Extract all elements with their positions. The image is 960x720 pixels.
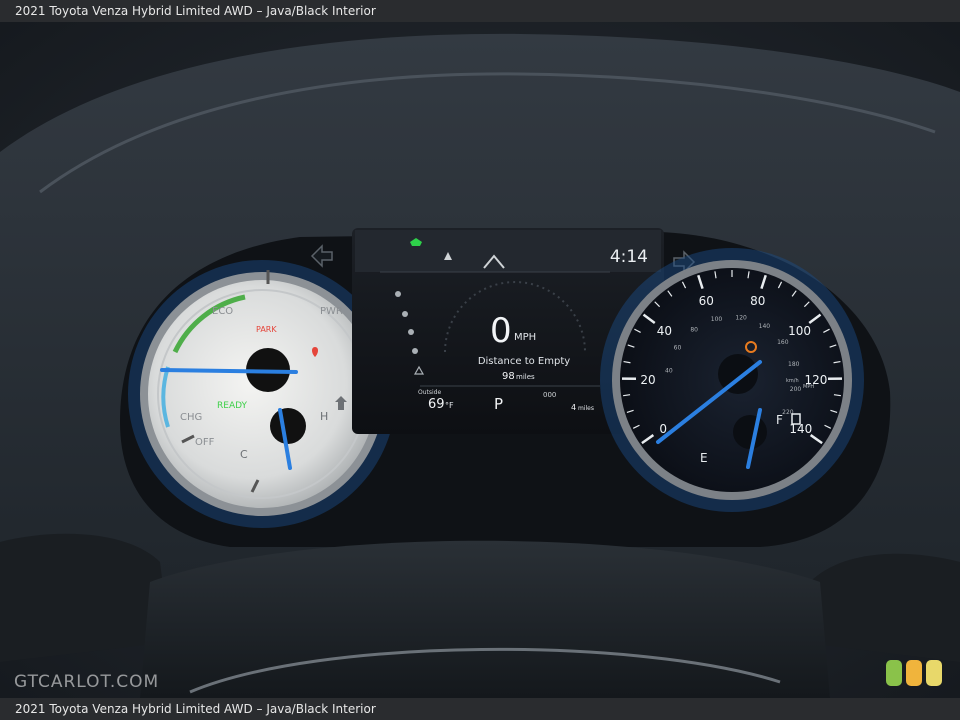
- speed-label: 80: [750, 294, 765, 308]
- eco-label: ECO: [212, 306, 233, 317]
- coolant-cold-label: C: [240, 448, 248, 461]
- kmh-unit: km/h: [786, 378, 799, 384]
- kmh-label: 200: [790, 386, 802, 393]
- distance-to-empty-value: 98: [502, 371, 515, 382]
- off-label: OFF: [195, 437, 215, 448]
- speedometer: 0204060 80100120140 406080100 120140160180…: [600, 248, 864, 512]
- hybrid-power-needle: [160, 368, 298, 374]
- speed-label: 40: [657, 324, 672, 338]
- kmh-label: 180: [788, 361, 800, 368]
- music-icon: [402, 311, 408, 317]
- settings-gear-icon: [412, 348, 418, 354]
- fuel-empty-label: E: [700, 451, 708, 465]
- trip-value: 4: [571, 403, 576, 412]
- kmh-label: 160: [777, 339, 789, 346]
- speed-readout: 0: [490, 311, 512, 351]
- speed-label: 60: [699, 294, 714, 308]
- outside-temp-label: Outside: [418, 389, 441, 396]
- caption-bar-top: 2021 Toyota Venza Hybrid Limited AWD – J…: [0, 0, 960, 22]
- watermark: GTCARLOT.COM: [14, 672, 160, 692]
- kmh-label: 60: [674, 344, 682, 351]
- eco-leaf-icon: [395, 291, 401, 297]
- speed-label: 20: [640, 373, 655, 387]
- outside-temp-unit: °F: [445, 401, 454, 410]
- caption-bar-bottom: 2021 Toyota Venza Hybrid Limited AWD – J…: [0, 698, 960, 720]
- distance-to-empty-label: Distance to Empty: [478, 356, 570, 367]
- speed-unit: MPH: [514, 332, 536, 343]
- mph-unit: MPH: [803, 384, 814, 390]
- distance-to-empty-unit: miles: [516, 373, 535, 381]
- outside-temp-value: 69: [428, 397, 445, 412]
- kmh-label: 120: [735, 315, 747, 322]
- kmh-label: 40: [665, 368, 673, 375]
- site-logo: [886, 660, 942, 686]
- kmh-label: 80: [690, 326, 698, 333]
- pwr-label: PWR: [320, 306, 343, 317]
- clock: 4:14: [610, 247, 648, 267]
- trip-unit: miles: [578, 405, 594, 412]
- phone-icon: [408, 329, 414, 335]
- speed-label: 100: [788, 324, 811, 338]
- gear-indicator: P: [494, 395, 503, 413]
- caption-text: 2021 Toyota Venza Hybrid Limited AWD – J…: [15, 4, 376, 18]
- kmh-label: 100: [711, 316, 723, 323]
- kmh-label: 140: [759, 323, 771, 330]
- coolant-hot-label: H: [320, 410, 328, 423]
- odometer: 000: [543, 391, 556, 399]
- ready-indicator: READY: [217, 401, 248, 411]
- park-indicator: PARK: [256, 325, 277, 334]
- instrument-cluster-photo: ECO PWR CHG OFF PARK READY C H 4:14 0 MP: [0, 22, 960, 698]
- caption-text: 2021 Toyota Venza Hybrid Limited AWD – J…: [15, 702, 376, 716]
- fuel-full-label: F: [776, 413, 783, 427]
- chg-label: CHG: [180, 412, 202, 423]
